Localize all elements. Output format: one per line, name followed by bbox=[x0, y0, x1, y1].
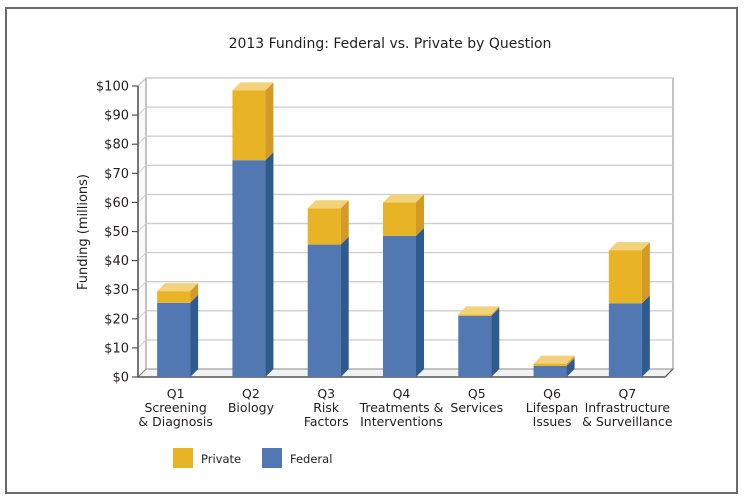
y-tick-label: $70 bbox=[104, 167, 129, 182]
bar-federal-front bbox=[157, 302, 191, 377]
bar-private-front bbox=[232, 90, 266, 161]
x-tick-label: & Diagnosis bbox=[138, 414, 212, 429]
y-axis-label: Funding (millions) bbox=[76, 174, 91, 290]
bar-federal-side bbox=[190, 294, 199, 377]
x-tick-label: Q4 bbox=[393, 386, 411, 401]
bar-federal-front bbox=[608, 303, 642, 377]
x-tick-label: & Surveillance bbox=[582, 414, 673, 429]
legend: Private Federal bbox=[173, 448, 332, 468]
legend-label: Private bbox=[201, 452, 241, 466]
bar-private-front bbox=[307, 208, 341, 245]
y-tick-label: $100 bbox=[96, 80, 129, 95]
y-tick-label: $20 bbox=[104, 312, 129, 327]
y-tick-label: $50 bbox=[104, 225, 129, 240]
bar-stack-q5 bbox=[458, 306, 500, 377]
bar-federal-front bbox=[383, 235, 416, 377]
x-tick-label: Q5 bbox=[468, 386, 486, 401]
x-axis-labels: Q1Screening& Diagnosis Q2Biology Q3RiskFac… bbox=[138, 386, 672, 429]
x-tick-label: Screening bbox=[144, 400, 206, 415]
bar-stack-q7 bbox=[608, 242, 650, 377]
legend-item-federal: Federal bbox=[262, 448, 332, 468]
bar-federal-side bbox=[641, 295, 650, 377]
y-tick-label: $90 bbox=[104, 109, 129, 124]
bar-stack-q2 bbox=[232, 82, 274, 377]
bar-federal-side bbox=[416, 227, 424, 377]
x-tick-label: Lifespan bbox=[526, 400, 579, 415]
y-tick-label: $80 bbox=[104, 138, 129, 153]
x-tick-label: Q6 bbox=[543, 386, 561, 401]
legend-item-private: Private bbox=[173, 448, 241, 468]
bar-federal-front bbox=[458, 315, 492, 377]
x-tick-label: Factors bbox=[304, 414, 349, 429]
bar-private-side bbox=[265, 82, 274, 161]
legend-label: Federal bbox=[290, 452, 332, 466]
x-tick-label: Services bbox=[450, 400, 503, 415]
bar-stack-q3 bbox=[307, 200, 349, 377]
x-tick-label: Interventions bbox=[360, 414, 443, 429]
bar-stack-q4 bbox=[383, 194, 424, 377]
bar-federal-front bbox=[232, 160, 266, 377]
y-tick-label: $30 bbox=[104, 283, 129, 298]
bar-federal-side bbox=[491, 307, 500, 377]
bar-private-front bbox=[533, 363, 567, 366]
bar-federal-front bbox=[533, 365, 567, 377]
bar-private-front bbox=[608, 250, 642, 304]
chart-title: 2013 Funding: Federal vs. Private by Que… bbox=[229, 36, 552, 52]
y-tick-label: $40 bbox=[104, 254, 129, 269]
legend-swatch bbox=[262, 448, 282, 468]
x-tick-label: Q1 bbox=[167, 386, 185, 401]
y-tick-label: $10 bbox=[104, 341, 129, 356]
bar-stack-q6 bbox=[533, 355, 575, 377]
stacked-bar-chart: 2013 Funding: Federal vs. Private by Que… bbox=[76, 36, 675, 468]
bar-private-front bbox=[383, 202, 416, 236]
bar-stack-q1 bbox=[157, 283, 199, 377]
y-tick-label: $60 bbox=[104, 196, 129, 211]
bar-federal-front bbox=[307, 244, 341, 377]
bar-private-side bbox=[641, 242, 650, 304]
x-tick-label: Biology bbox=[228, 400, 275, 415]
x-tick-label: Issues bbox=[533, 414, 572, 429]
bar-federal-side bbox=[340, 236, 349, 377]
legend-swatch bbox=[173, 448, 193, 468]
y-tick-label: $0 bbox=[112, 371, 129, 386]
x-tick-label: Risk bbox=[313, 400, 340, 415]
x-tick-label: Q7 bbox=[618, 386, 636, 401]
bar-federal-side bbox=[265, 152, 274, 377]
bar-private-front bbox=[458, 314, 492, 316]
x-tick-label: Q2 bbox=[242, 386, 260, 401]
x-tick-label: Infrastructure bbox=[585, 400, 671, 415]
x-tick-label: Q3 bbox=[317, 386, 335, 401]
x-tick-label: Treatments & bbox=[359, 400, 444, 415]
bar-private-front bbox=[157, 291, 191, 303]
